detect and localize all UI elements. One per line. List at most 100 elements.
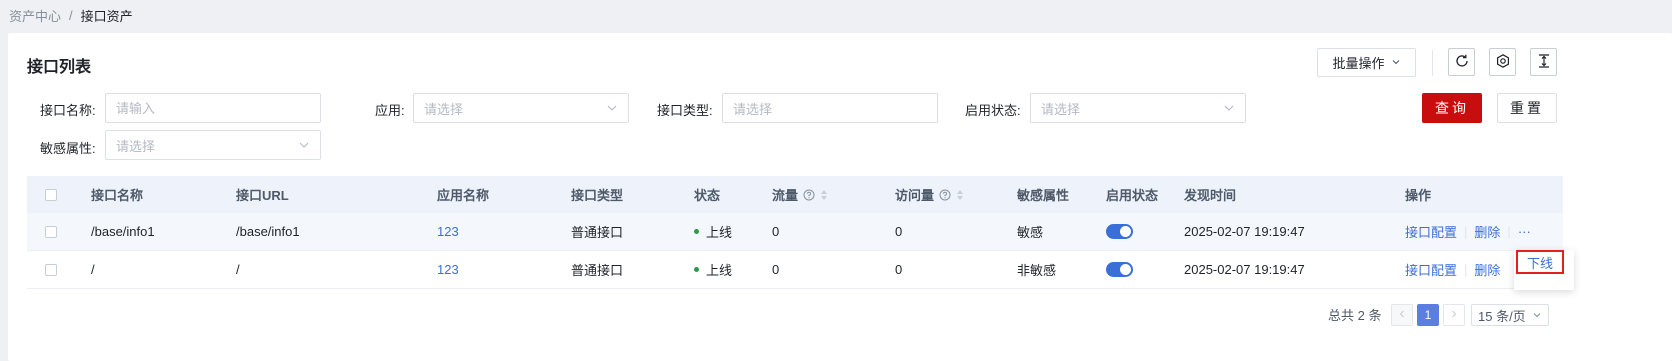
chevron-down-icon: [1532, 310, 1542, 320]
refresh-icon: [1454, 53, 1470, 72]
gear-icon: [1495, 53, 1511, 72]
more-actions-dropdown: 下线: [1514, 250, 1574, 290]
breadcrumb-current: 接口资产: [80, 8, 133, 24]
interface-name-input[interactable]: [116, 100, 310, 116]
chevron-right-icon: [1449, 308, 1459, 322]
chevron-left-icon: [1397, 308, 1407, 322]
column-header-traffic[interactable]: 流量: [772, 176, 828, 213]
chevron-down-icon: [1223, 102, 1235, 114]
app-select[interactable]: 请选择: [413, 93, 629, 123]
next-page-button[interactable]: [1443, 304, 1465, 326]
offline-menu-item[interactable]: 下线: [1516, 250, 1564, 274]
filter-status-label: 启用状态:: [965, 103, 1021, 118]
cell-app-link[interactable]: 123: [437, 213, 459, 250]
column-header: 接口类型: [571, 188, 624, 203]
page-size-value: 15 条/页: [1478, 308, 1526, 324]
chevron-down-icon: [298, 139, 310, 151]
chevron-down-icon: [1391, 55, 1401, 70]
cell-traffic: 0: [772, 262, 780, 277]
cell-interface-name: /base/info1: [91, 224, 155, 239]
row-height-button[interactable]: [1530, 48, 1557, 76]
delete-link[interactable]: 删除: [1474, 222, 1500, 241]
batch-operation-button[interactable]: 批量操作: [1317, 48, 1416, 77]
filter-name-label: 接口名称:: [40, 103, 96, 118]
column-header: 发现时间: [1184, 188, 1237, 203]
breadcrumb-separator: /: [69, 7, 73, 23]
select-all-checkbox[interactable]: [45, 176, 57, 213]
page-number-current[interactable]: 1: [1417, 304, 1439, 326]
cell-status: 上线: [694, 213, 732, 250]
column-header: 接口名称: [91, 188, 144, 203]
enable-status-select[interactable]: 请选择: [1030, 93, 1246, 123]
sort-icon[interactable]: [957, 189, 964, 200]
cell-interface-type: 普通接口: [571, 263, 624, 278]
sensitive-select[interactable]: 请选择: [105, 130, 321, 160]
prev-page-button[interactable]: [1391, 304, 1413, 326]
cell-status: 上线: [694, 251, 732, 288]
more-options-icon[interactable]: ···: [1518, 224, 1531, 239]
cell-app-link[interactable]: 123: [437, 251, 459, 288]
breadcrumb-parent[interactable]: 资产中心: [9, 6, 61, 25]
interface-type-placeholder: 请选择: [733, 101, 773, 117]
column-header: 敏感属性: [1017, 188, 1070, 203]
table-row: / / 123 普通接口 上线 0 0 非敏感 2025-02-07 19:19…: [27, 251, 1563, 289]
cell-interface-url: /base/info1: [236, 224, 300, 239]
content-card: 接口列表 批量操作 接口名称: 应用: 请选择 接口类型: 请选择 启用状态: …: [8, 33, 1672, 361]
status-text: 上线: [706, 263, 733, 278]
table-row: /base/info1 /base/info1 123 普通接口 上线 0 0 …: [27, 213, 1563, 251]
filter-name-field[interactable]: [105, 93, 321, 123]
filter-type-label: 接口类型:: [657, 103, 713, 118]
column-header-label: 访问量: [895, 188, 935, 203]
cell-visits: 0: [895, 224, 903, 239]
settings-button[interactable]: [1489, 48, 1516, 76]
config-link[interactable]: 接口配置: [1405, 260, 1457, 279]
chevron-down-icon: [606, 102, 618, 114]
cell-interface-url: /: [236, 262, 240, 277]
enable-status-placeholder: 请选择: [1041, 101, 1081, 117]
column-header: 接口URL: [236, 188, 289, 203]
help-circle-icon[interactable]: [803, 189, 815, 201]
pagination-total: 总共 2 条: [1328, 307, 1382, 323]
column-header-label: 流量: [772, 188, 799, 203]
query-button[interactable]: 查询: [1422, 93, 1482, 123]
status-dot-icon: [694, 229, 699, 234]
column-header: 状态: [694, 188, 721, 203]
cell-found-time: 2025-02-07 19:19:47: [1184, 224, 1305, 239]
row-checkbox[interactable]: [45, 213, 57, 250]
status-dot-icon: [694, 267, 699, 272]
column-header: 启用状态: [1106, 188, 1159, 203]
help-circle-icon[interactable]: [939, 189, 951, 201]
sort-icon[interactable]: [821, 189, 828, 200]
reset-button[interactable]: 重置: [1497, 93, 1557, 123]
delete-link[interactable]: 删除: [1474, 260, 1500, 279]
table-header: 接口名称 接口URL 应用名称 接口类型 状态 流量 访问量 敏感属性 启用状态…: [27, 176, 1563, 213]
status-text: 上线: [706, 225, 733, 240]
enable-toggle[interactable]: [1106, 251, 1133, 288]
app-select-placeholder: 请选择: [424, 101, 464, 117]
cell-visits: 0: [895, 262, 903, 277]
sensitive-select-placeholder: 请选择: [116, 138, 156, 154]
cell-interface-name: /: [91, 262, 95, 277]
cell-operations: 接口配置 | 删除: [1405, 260, 1501, 279]
page-title: 接口列表: [27, 59, 92, 76]
refresh-button[interactable]: [1448, 48, 1475, 76]
column-header-visits[interactable]: 访问量: [895, 176, 964, 213]
config-link[interactable]: 接口配置: [1405, 222, 1457, 241]
cell-found-time: 2025-02-07 19:19:47: [1184, 262, 1305, 277]
batch-operation-label: 批量操作: [1332, 56, 1385, 71]
row-height-icon: [1536, 53, 1552, 72]
filter-sensitive-label: 敏感属性:: [40, 141, 96, 156]
toolbar-divider: [1432, 50, 1433, 76]
cell-sensitive: 敏感: [1017, 225, 1044, 240]
enable-toggle[interactable]: [1106, 213, 1133, 250]
page-size-select[interactable]: 15 条/页: [1471, 304, 1549, 326]
row-checkbox[interactable]: [45, 251, 57, 288]
column-header: 操作: [1405, 188, 1432, 203]
cell-operations: 接口配置 | 删除 | ···: [1405, 222, 1531, 241]
column-header: 应用名称: [437, 188, 490, 203]
interface-type-select[interactable]: 请选择: [722, 93, 938, 123]
cell-interface-type: 普通接口: [571, 225, 624, 240]
cell-traffic: 0: [772, 224, 780, 239]
breadcrumb: 资产中心 / 接口资产: [9, 6, 133, 24]
interface-table: 接口名称 接口URL 应用名称 接口类型 状态 流量 访问量 敏感属性 启用状态…: [27, 176, 1563, 289]
